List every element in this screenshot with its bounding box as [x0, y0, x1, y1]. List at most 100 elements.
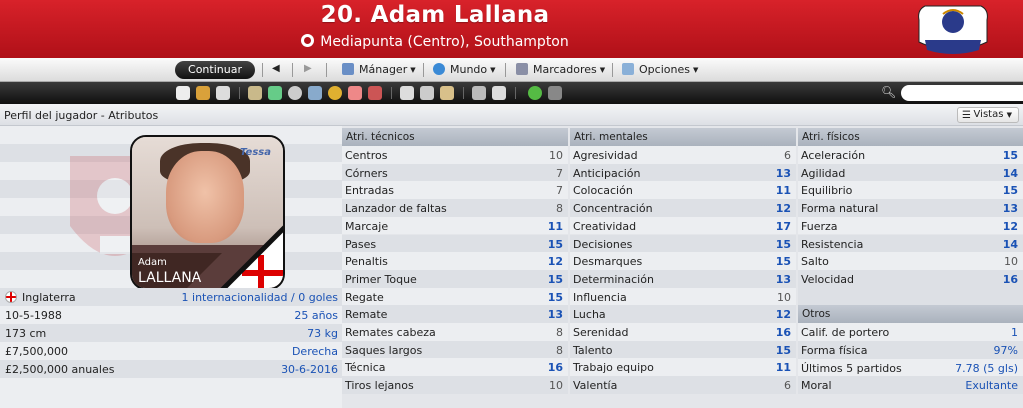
views-button[interactable]: ☰ Vistas ▼ — [957, 107, 1019, 123]
attribute-row: Córners 7 — [342, 163, 568, 182]
attribute-row: Remates cabeza 8 — [342, 323, 568, 341]
bookmarks-menu[interactable]: Marcadores ▼ — [516, 63, 605, 76]
attribute-row: Moral Exultante — [798, 376, 1023, 395]
attribute-row: Resistencia 14 — [798, 234, 1023, 253]
icon-toolbar: 🔍︎ — [0, 82, 1023, 104]
attribute-value: 17 — [775, 219, 791, 233]
views-icon: ☰ — [962, 110, 971, 121]
attribute-name: Forma natural — [801, 202, 879, 216]
page-subtitle: Mediapunta (Centro), Southampton — [0, 34, 870, 50]
world-icon — [433, 63, 445, 75]
attribute-name: Decisiones — [573, 237, 633, 251]
preferred-foot: Derecha — [291, 345, 338, 358]
player-first-name: Adam — [138, 257, 167, 268]
attribute-row: Equilibrio 15 — [798, 181, 1023, 200]
attribute-value: 7 — [556, 184, 563, 198]
attribute-row: Serenidad 16 — [570, 323, 796, 341]
attribute-name: Saques largos — [345, 343, 423, 357]
calendar-icon[interactable] — [216, 86, 230, 100]
staff-icon[interactable] — [348, 86, 362, 100]
page-title: 20. Adam Lallana — [320, 2, 550, 28]
attribute-value: 12 — [775, 308, 791, 322]
menu-separator — [423, 63, 424, 77]
nationality[interactable]: Inglaterra — [22, 291, 76, 304]
attribute-value: 14 — [1002, 166, 1018, 180]
scouting-icon[interactable] — [308, 86, 322, 100]
attribute-name: Moral — [801, 379, 832, 393]
attribute-name: Agilidad — [801, 166, 846, 180]
attribute-row: Centros 10 — [342, 146, 568, 164]
attribute-value: 12 — [1002, 219, 1018, 233]
settings-icon[interactable] — [548, 86, 562, 100]
info-row-height: 173 cm 73 kg — [0, 324, 342, 342]
attribute-value: 8 — [556, 326, 563, 339]
attribute-row: Técnica 16 — [342, 358, 568, 377]
inbox-icon[interactable] — [196, 86, 210, 100]
attribute-row: Primer Toque 15 — [342, 269, 568, 288]
menu-separator — [292, 63, 293, 77]
finances-icon[interactable] — [328, 86, 342, 100]
attribute-value: 8 — [556, 343, 563, 357]
attribute-row: Calif. de portero 1 — [798, 323, 1023, 341]
attribute-name: Calif. de portero — [801, 326, 890, 340]
attribute-value: 13 — [1002, 202, 1018, 216]
attribute-row: Penaltis 12 — [342, 252, 568, 270]
attribute-row: Determinación 13 — [570, 269, 796, 288]
manager-menu[interactable]: Mánager ▼ — [342, 63, 416, 76]
squad-icon[interactable] — [248, 86, 262, 100]
attribute-name: Concentración — [573, 202, 653, 216]
player-profile: Tessa Adam LALLANA Inglaterra 1 internac… — [0, 126, 342, 408]
bookmarks-icon — [516, 63, 528, 75]
home-icon[interactable] — [176, 86, 190, 100]
attribute-value: 11 — [547, 219, 563, 233]
attribute-name: Creatividad — [573, 219, 637, 233]
attribute-value: 7 — [556, 166, 563, 180]
date-of-birth: 10-5-1988 — [5, 309, 62, 322]
attribute-name: Aceleración — [801, 149, 866, 162]
search-icon[interactable]: 🔍︎ — [881, 85, 896, 99]
world-menu[interactable]: Mundo ▼ — [433, 63, 496, 76]
attribute-value: 16 — [775, 326, 791, 339]
attribute-name: Serenidad — [573, 326, 629, 339]
attribute-name: Marcaje — [345, 219, 389, 233]
menu-separator — [262, 63, 263, 77]
attribute-row: Talento 15 — [570, 340, 796, 359]
info-row-nationality: Inglaterra 1 internacionalidad / 0 goles — [0, 288, 342, 306]
options-menu[interactable]: Opciones ▼ — [622, 63, 698, 76]
attribute-name: Equilibrio — [801, 184, 853, 198]
notes-icon[interactable] — [440, 86, 454, 100]
attribute-name: Córners — [345, 166, 388, 180]
attribute-row: Anticipación 13 — [570, 163, 796, 182]
search-input[interactable] — [901, 85, 1023, 101]
attribute-value: 97% — [993, 344, 1018, 357]
attribute-row: Forma física 97% — [798, 341, 1023, 359]
attribute-row: Remate 13 — [342, 305, 568, 323]
attribute-name: Salto — [801, 255, 829, 269]
tactics-icon[interactable] — [268, 86, 282, 100]
attribute-name: Remates cabeza — [345, 326, 436, 339]
attribute-name: Últimos 5 partidos — [801, 361, 902, 375]
competitions-icon[interactable] — [400, 86, 414, 100]
documents-icon[interactable] — [492, 86, 506, 100]
attribute-row: Lanzador de faltas 8 — [342, 199, 568, 217]
continue-button[interactable]: Continuar — [175, 61, 255, 79]
training-icon[interactable] — [288, 86, 302, 100]
player-position-club: Mediapunta (Centro), Southampton — [320, 34, 569, 50]
back-arrow-icon[interactable]: ◀ — [272, 63, 280, 74]
attribute-row: Concentración 12 — [570, 199, 796, 217]
position-icon — [301, 34, 315, 47]
people-search-icon[interactable] — [472, 86, 486, 100]
forward-arrow-icon[interactable]: ▶ — [304, 63, 312, 74]
international-caps[interactable]: 1 internacionalidad / 0 goles — [182, 291, 338, 304]
menu-bar: Continuar ◀ ▶ Mánager ▼ Mundo ▼ Marcadores… — [0, 58, 1023, 82]
attribute-value: 10 — [549, 149, 563, 162]
height: 173 cm — [5, 327, 47, 340]
stats-icon[interactable] — [420, 86, 434, 100]
attribute-row: Velocidad 16 — [798, 269, 1023, 288]
contract-end[interactable]: 30-6-2016 — [281, 363, 338, 376]
attribute-name: Centros — [345, 149, 388, 162]
transfers-icon[interactable] — [368, 86, 382, 100]
attribute-value: 16 — [547, 361, 563, 375]
attribute-row: Creatividad 17 — [570, 216, 796, 235]
help-icon[interactable] — [528, 86, 542, 100]
